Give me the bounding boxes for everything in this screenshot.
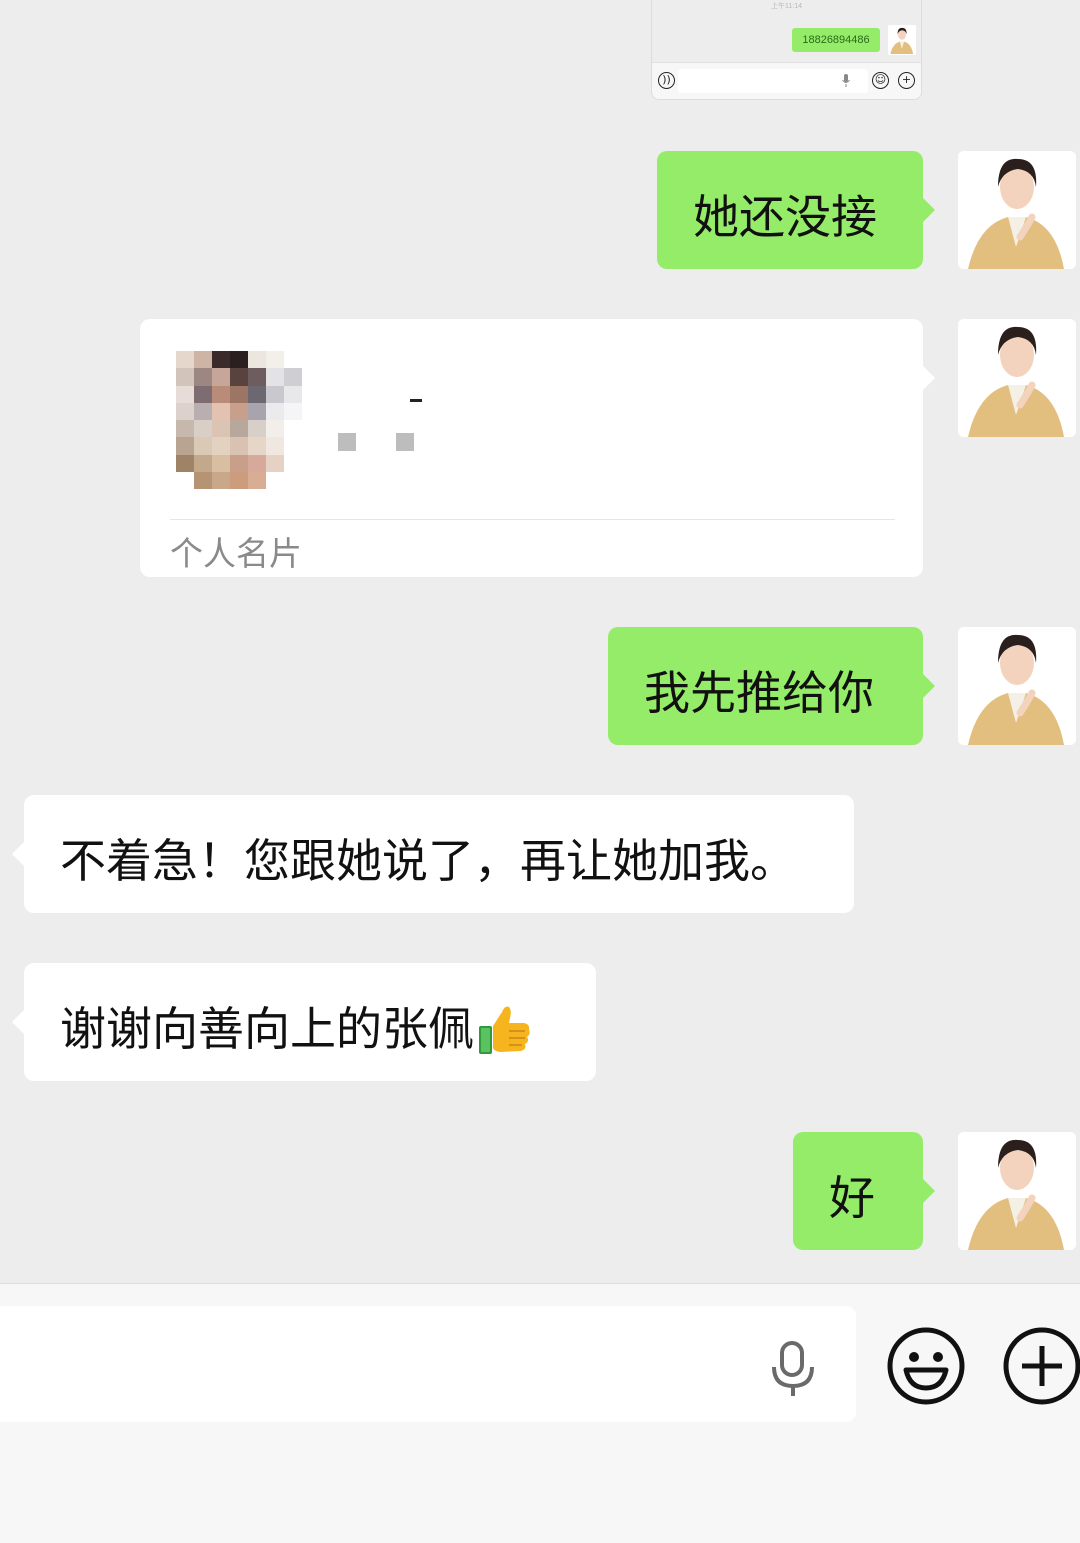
message-input-field[interactable] bbox=[0, 1306, 856, 1422]
message-bubble-outgoing[interactable]: 好 bbox=[793, 1132, 935, 1250]
message-bubble-outgoing[interactable]: 我先推给你 bbox=[608, 627, 935, 745]
embedded-message-bubble: 18826894486 bbox=[792, 28, 880, 52]
embedded-mic-icon bbox=[842, 74, 850, 87]
message-bubble-incoming[interactable]: 谢谢向善向上的张佩 bbox=[12, 963, 596, 1081]
message-bubble-incoming[interactable]: 不着急！您跟她说了，再让她加我。 bbox=[12, 795, 854, 913]
embedded-avatar bbox=[888, 25, 916, 55]
avatar-photo bbox=[958, 319, 1076, 437]
plus-icon[interactable] bbox=[1002, 1326, 1080, 1406]
message-bubble-outgoing[interactable]: 她还没接 bbox=[657, 151, 935, 269]
avatar[interactable] bbox=[958, 151, 1076, 269]
emoji-icon[interactable] bbox=[886, 1326, 966, 1406]
message-text-row: 谢谢向善向上的张佩 bbox=[60, 993, 596, 1081]
chat-screen: 上午11:14 18826894486 )) ☺ + 她还没接 个人名片 我先推… bbox=[0, 0, 1080, 1543]
embedded-emoji-icon: ☺ bbox=[872, 72, 889, 89]
message-text: 谢谢向善向上的张佩 bbox=[60, 1002, 474, 1056]
avatar-photo bbox=[958, 151, 1076, 269]
embedded-input-field bbox=[678, 69, 868, 93]
message-text: 她还没接 bbox=[693, 190, 877, 244]
contact-card-photo-pixelated bbox=[176, 351, 320, 489]
thumbs-up-icon bbox=[479, 1006, 530, 1054]
message-text: 好 bbox=[829, 1171, 875, 1225]
message-text: 我先推给你 bbox=[644, 666, 874, 720]
chat-input-bar bbox=[0, 1283, 1080, 1543]
message-text: 不着急！您跟她说了，再让她加我。 bbox=[60, 834, 796, 888]
embedded-input-bar: )) ☺ + bbox=[652, 62, 921, 99]
embedded-screenshot-image[interactable]: 上午11:14 18826894486 )) ☺ + bbox=[651, 0, 922, 100]
avatar-photo bbox=[958, 627, 1076, 745]
contact-card[interactable]: 个人名片 bbox=[140, 319, 935, 577]
contact-card-divider bbox=[170, 519, 895, 520]
embedded-voice-icon: )) bbox=[658, 72, 675, 89]
contact-card-label: 个人名片 bbox=[170, 534, 302, 573]
avatar-photo bbox=[958, 1132, 1076, 1250]
avatar[interactable] bbox=[958, 319, 1076, 437]
embedded-time-label: 上午11:14 bbox=[771, 3, 802, 10]
contact-card-name-redacted bbox=[338, 399, 438, 459]
avatar[interactable] bbox=[958, 1132, 1076, 1250]
avatar[interactable] bbox=[958, 627, 1076, 745]
voice-input-icon[interactable] bbox=[770, 1341, 816, 1397]
embedded-plus-icon: + bbox=[898, 72, 915, 89]
